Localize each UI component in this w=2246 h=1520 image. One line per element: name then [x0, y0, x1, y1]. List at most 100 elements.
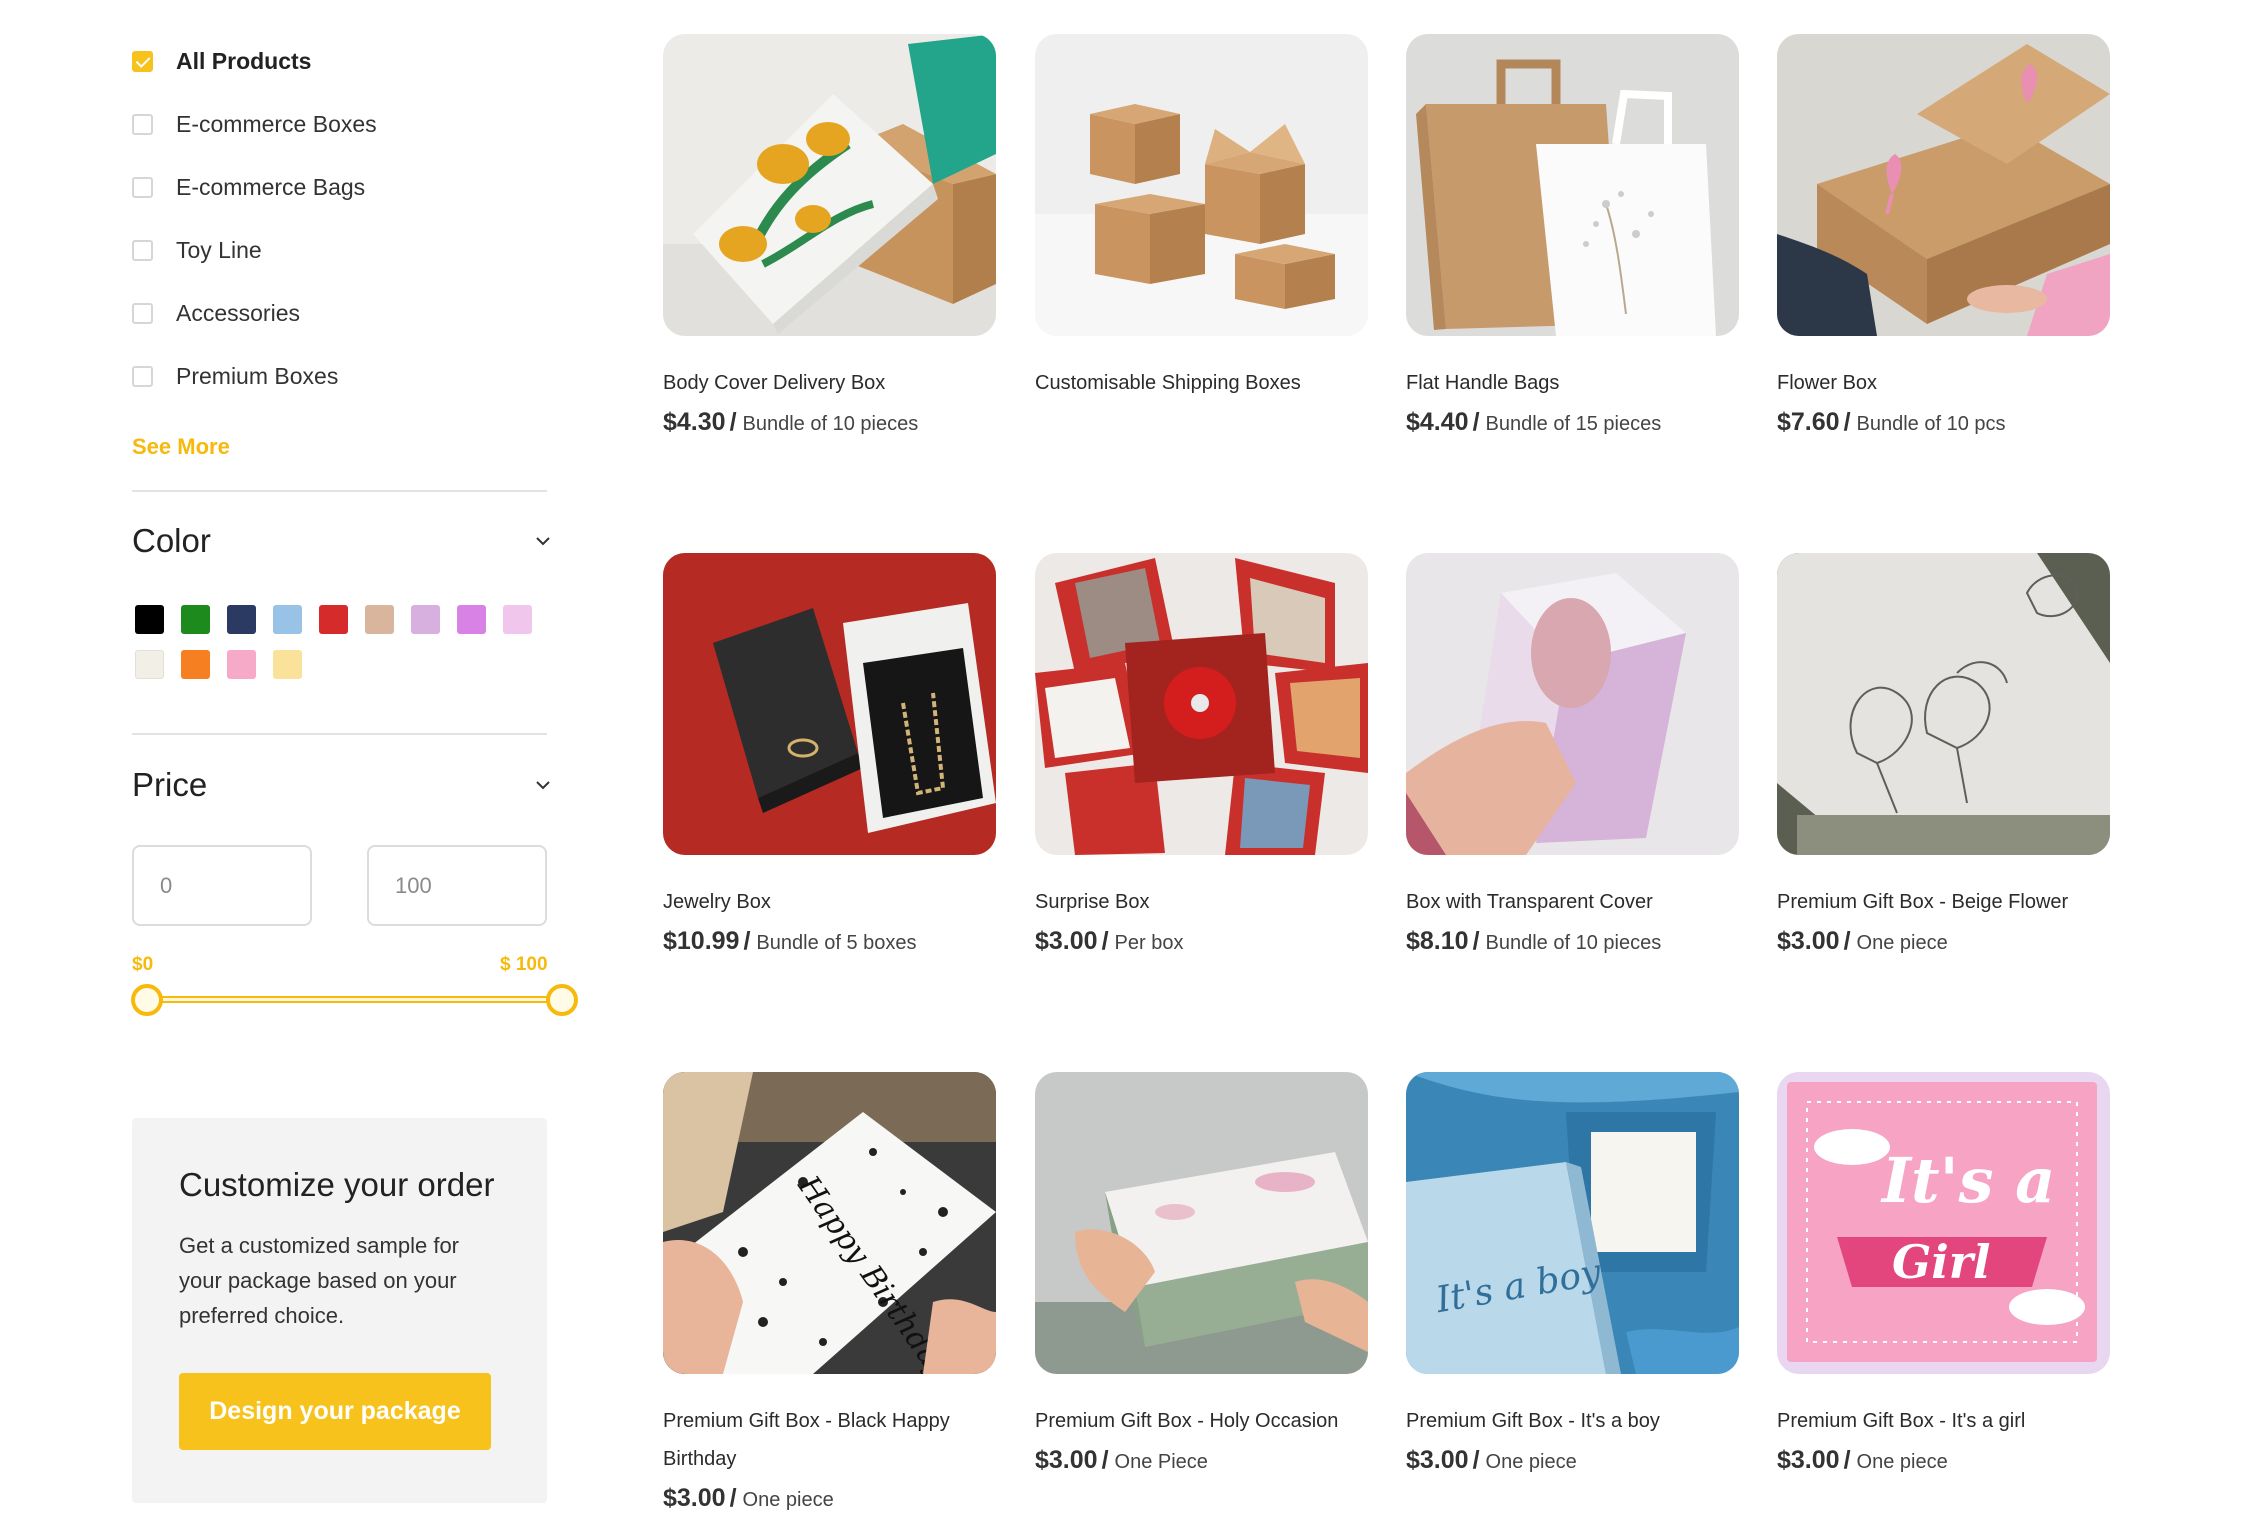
category-accessories[interactable]: Accessories: [132, 282, 552, 345]
product-card[interactable]: Box with Transparent Cover $8.10/Bundle …: [1406, 553, 1739, 956]
product-price: $3.00/Per box: [1035, 927, 1184, 955]
price-min-input[interactable]: 0: [132, 845, 312, 926]
color-swatch[interactable]: [227, 605, 256, 634]
price-min-label: $0: [132, 954, 154, 975]
product-price: $4.30/Bundle of 10 pieces: [663, 408, 919, 436]
product-price: $7.60/Bundle of 10 pcs: [1777, 408, 2006, 436]
product-price: $3.00/One piece: [1777, 927, 1948, 955]
product-card[interactable]: Happy Birthday to you Premium Gift Box -…: [663, 1072, 996, 1513]
product-price: $3.00/One piece: [663, 1484, 834, 1512]
price-slider-min-handle[interactable]: [131, 984, 163, 1016]
product-name: Body Cover Delivery Box: [663, 372, 886, 394]
product-price: $8.10/Bundle of 10 pieces: [1406, 927, 1662, 955]
product-card[interactable]: Jewelry Box $10.99/Bundle of 5 boxes: [663, 553, 996, 956]
product-name: Flat Handle Bags: [1406, 372, 1560, 394]
product-image[interactable]: Happy Birthday to you: [663, 1072, 996, 1374]
design-package-button[interactable]: Design your package: [179, 1373, 491, 1450]
product-name: Jewelry Box: [663, 891, 771, 913]
category-premium-boxes[interactable]: Premium Boxes: [132, 345, 552, 408]
color-filter-header[interactable]: Color: [132, 522, 552, 560]
product-image[interactable]: [663, 553, 996, 855]
color-swatch[interactable]: [273, 650, 302, 679]
product-image[interactable]: It's a Girl: [1777, 1072, 2110, 1374]
product-card[interactable]: Flat Handle Bags $4.40/Bundle of 15 piec…: [1406, 34, 1739, 437]
product-card[interactable]: Body Cover Delivery Box $4.30/Bundle of …: [663, 34, 996, 437]
divider: [132, 733, 547, 735]
product-image[interactable]: [1035, 1072, 1368, 1374]
product-image[interactable]: [1035, 553, 1368, 855]
chevron-down-icon[interactable]: [534, 776, 552, 794]
category-label: Premium Boxes: [176, 363, 339, 389]
category-ecommerce-bags[interactable]: E-commerce Bags: [132, 156, 552, 219]
category-toy-line[interactable]: Toy Line: [132, 219, 552, 282]
product-card[interactable]: Premium Gift Box - Holy Occasion $3.00/O…: [1035, 1072, 1368, 1475]
product-name: Premium Gift Box - Beige Flower: [1777, 891, 2069, 913]
product-name: Premium Gift Box - It's a girl: [1777, 1410, 2026, 1432]
product-price: $3.00/One piece: [1777, 1446, 1948, 1474]
product-name: Surprise Box: [1035, 891, 1150, 913]
color-swatch[interactable]: [135, 650, 164, 679]
product-image[interactable]: [1035, 34, 1368, 336]
color-swatch[interactable]: [319, 605, 348, 634]
product-price: $4.40/Bundle of 15 pieces: [1406, 408, 1662, 436]
box-text-girl-top: It's a: [1880, 1144, 2055, 1217]
category-filter: All Products E-commerce Boxes E-commerce…: [132, 30, 552, 460]
product-price: $3.00/One Piece: [1035, 1446, 1208, 1474]
product-name: Premium Gift Box - It's a boy: [1406, 1410, 1660, 1432]
product-image[interactable]: It's a boy: [1406, 1072, 1739, 1374]
product-card[interactable]: It's a Girl Premium Gift Box - It's a gi…: [1777, 1072, 2110, 1475]
price-max-label: $ 100: [500, 954, 548, 975]
product-price: $3.00/One piece: [1406, 1446, 1577, 1474]
color-swatch[interactable]: [457, 605, 486, 634]
color-swatch[interactable]: [181, 605, 210, 634]
customize-title: Customize your order: [179, 1166, 495, 1203]
category-label: E-commerce Bags: [176, 174, 366, 200]
price-filter-header[interactable]: Price: [132, 766, 552, 804]
product-card[interactable]: Premium Gift Box - Beige Flower $3.00/On…: [1777, 553, 2110, 956]
category-label: Toy Line: [176, 237, 262, 263]
checkbox[interactable]: [132, 366, 153, 387]
color-swatch[interactable]: [365, 605, 394, 634]
price-slider-max-handle[interactable]: [546, 984, 578, 1016]
see-more-link[interactable]: See More: [132, 434, 230, 460]
product-image[interactable]: [663, 34, 996, 336]
category-all-products[interactable]: All Products: [132, 30, 552, 93]
category-label: E-commerce Boxes: [176, 111, 377, 137]
customize-card: Customize your order Get a customized sa…: [132, 1118, 547, 1503]
color-swatch[interactable]: [181, 650, 210, 679]
product-card[interactable]: Flower Box $7.60/Bundle of 10 pcs: [1777, 34, 2110, 437]
box-text-girl-bottom: Girl: [1892, 1235, 1990, 1289]
color-swatch[interactable]: [227, 650, 256, 679]
customize-text: Get a customized sample for your package…: [179, 1233, 460, 1328]
product-card[interactable]: Customisable Shipping Boxes: [1035, 34, 1368, 402]
product-name: Flower Box: [1777, 372, 1878, 394]
product-name: Customisable Shipping Boxes: [1035, 372, 1301, 394]
chevron-down-icon[interactable]: [534, 532, 552, 550]
divider: [132, 490, 547, 492]
product-image[interactable]: [1777, 553, 2110, 855]
color-swatches: [135, 605, 555, 679]
product-name: Premium Gift Box - Holy Occasion: [1035, 1410, 1339, 1432]
price-slider-track[interactable]: [147, 996, 561, 1003]
product-image[interactable]: [1406, 34, 1739, 336]
product-card[interactable]: Surprise Box $3.00/Per box: [1035, 553, 1368, 956]
checkbox[interactable]: [132, 303, 153, 324]
product-image[interactable]: [1406, 553, 1739, 855]
checkbox[interactable]: [132, 114, 153, 135]
category-ecommerce-boxes[interactable]: E-commerce Boxes: [132, 93, 552, 156]
checkbox[interactable]: [132, 177, 153, 198]
category-label: All Products: [176, 48, 312, 74]
color-swatch[interactable]: [135, 605, 164, 634]
price-max-input[interactable]: 100: [367, 845, 547, 926]
color-swatch[interactable]: [411, 605, 440, 634]
product-card[interactable]: It's a boy Premium Gift Box - It's a boy…: [1406, 1072, 1739, 1475]
price-filter-title: Price: [132, 766, 208, 803]
product-price: $10.99/Bundle of 5 boxes: [663, 927, 917, 955]
checkbox[interactable]: [132, 51, 153, 72]
checkbox[interactable]: [132, 240, 153, 261]
color-filter-title: Color: [132, 522, 211, 559]
product-image[interactable]: [1777, 34, 2110, 336]
category-label: Accessories: [176, 300, 300, 326]
color-swatch[interactable]: [503, 605, 532, 634]
color-swatch[interactable]: [273, 605, 302, 634]
